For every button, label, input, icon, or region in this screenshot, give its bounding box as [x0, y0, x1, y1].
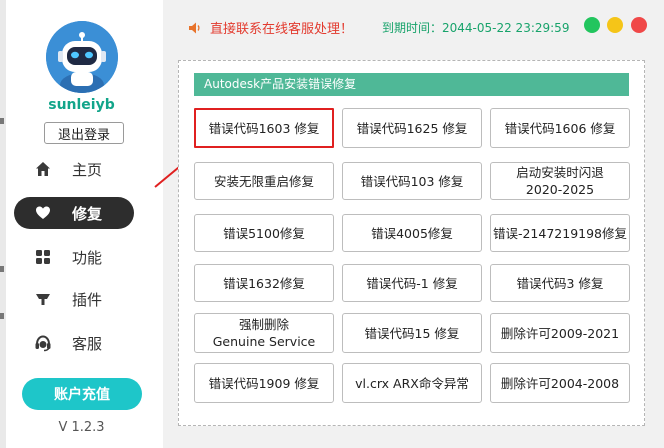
nav-item-home[interactable]: 主页 — [14, 153, 134, 185]
repair-button-label: 启动安装时闪退 — [516, 165, 604, 180]
username: sunleiyb — [48, 97, 115, 113]
repair-button-label: 错误代码-1 修复 — [366, 275, 458, 291]
repair-button-label: 错误1632修复 — [223, 275, 305, 291]
repair-button[interactable]: 错误代码103 修复 — [342, 162, 482, 200]
expire-time: 到期时间：2044-05-22 23:29:59 — [382, 21, 570, 35]
repair-button[interactable]: 错误5100修复 — [194, 214, 334, 252]
nav-label: 插件 — [72, 290, 103, 309]
repair-button[interactable]: 错误代码1606 修复 — [490, 108, 630, 148]
repair-button[interactable]: 错误4005修复 — [342, 214, 482, 252]
nav-label: 功能 — [72, 248, 103, 267]
edge-mark — [0, 118, 4, 124]
repair-button[interactable]: 错误-2147219198修复 — [490, 214, 630, 252]
version-label: V 1.2.3 — [58, 420, 105, 435]
nav-label: 主页 — [72, 160, 103, 179]
avatar — [46, 21, 118, 93]
nav-item-plugins[interactable]: 插件 — [14, 283, 134, 315]
repair-button[interactable]: 错误代码-1 修复 — [342, 264, 482, 302]
nav-item-features[interactable]: 功能 — [14, 241, 134, 273]
notice-text: 直接联系在线客服处理！ — [210, 22, 354, 37]
recharge-button[interactable]: 账户充值 — [22, 378, 142, 410]
repair-button[interactable]: 强制删除 Genuine Service — [194, 313, 334, 353]
repair-button-label: Genuine Service — [212, 334, 316, 349]
repair-button[interactable]: 删除许可2004-2008 — [490, 363, 630, 403]
repair-button[interactable]: vl.crx ARX命令异常 — [342, 363, 482, 403]
close-button[interactable] — [631, 17, 647, 33]
repair-button[interactable]: 错误1632修复 — [194, 264, 334, 302]
repair-button-label: 错误代码3 修复 — [516, 275, 604, 291]
repair-button[interactable]: 错误代码1625 修复 — [342, 108, 482, 148]
repair-button-label: 错误代码103 修复 — [360, 173, 464, 189]
panel-title: Autodesk产品安装错误修复 — [194, 73, 629, 96]
grid-icon — [34, 248, 52, 266]
repair-button-label: 错误代码1606 修复 — [504, 120, 616, 136]
heart-icon — [34, 204, 52, 222]
minimize-button[interactable] — [607, 17, 623, 33]
logout-button[interactable]: 退出登录 — [44, 122, 124, 144]
repair-button-label: 错误代码1603 修复 — [208, 120, 320, 136]
repair-button-label: 错误代码1625 修复 — [356, 120, 468, 136]
nav-label: 客服 — [72, 334, 103, 353]
repair-button-label: 强制删除 — [238, 317, 289, 332]
repair-button-label: 2020-2025 — [525, 182, 595, 197]
nav-label: 修复 — [72, 204, 103, 223]
edge-mark — [0, 313, 4, 319]
edge-mark — [0, 266, 4, 272]
repair-button[interactable]: 错误代码3 修复 — [490, 264, 630, 302]
repair-panel: Autodesk产品安装错误修复 错误代码1603 修复 错误代码1625 修复错… — [178, 60, 645, 426]
repair-button-label: 删除许可2009-2021 — [500, 325, 620, 341]
nav-item-repair[interactable]: 修复 — [14, 197, 134, 229]
repair-button-label: 安装无限重启修复 — [213, 173, 314, 189]
repair-button-label: 删除许可2004-2008 — [500, 375, 620, 391]
repair-button-label: 错误代码1909 修复 — [208, 375, 320, 391]
repair-button[interactable]: 错误代码1603 修复 — [194, 108, 334, 148]
repair-button[interactable]: 安装无限重启修复 — [194, 162, 334, 200]
repair-button[interactable]: 错误代码1909 修复 — [194, 363, 334, 403]
repair-button[interactable]: 启动安装时闪退 2020-2025 — [490, 162, 630, 200]
sidebar: sunleiyb 退出登录 主页 修复 功能 插件 客服 账户充值 V 1.2.… — [0, 0, 163, 448]
speaker-icon — [188, 21, 202, 35]
window-edge — [0, 0, 6, 448]
repair-button-label: 错误代码15 修复 — [364, 325, 460, 341]
repair-button-label: 错误-2147219198修复 — [492, 225, 628, 241]
nav-item-support[interactable]: 客服 — [14, 327, 134, 359]
plugin-icon — [34, 290, 52, 308]
top-bar: 直接联系在线客服处理！ 到期时间：2044-05-22 23:29:59 — [163, 0, 664, 50]
headset-icon — [34, 334, 52, 352]
notice: 直接联系在线客服处理！ — [188, 18, 353, 37]
repair-button[interactable]: 删除许可2009-2021 — [490, 313, 630, 353]
repair-button-label: vl.crx ARX命令异常 — [355, 375, 469, 391]
robot-icon — [46, 21, 118, 93]
repair-button[interactable]: 错误代码15 修复 — [342, 313, 482, 353]
maximize-button[interactable] — [584, 17, 600, 33]
repair-button-label: 错误4005修复 — [371, 225, 453, 241]
home-icon — [34, 160, 52, 178]
repair-button-label: 错误5100修复 — [223, 225, 305, 241]
